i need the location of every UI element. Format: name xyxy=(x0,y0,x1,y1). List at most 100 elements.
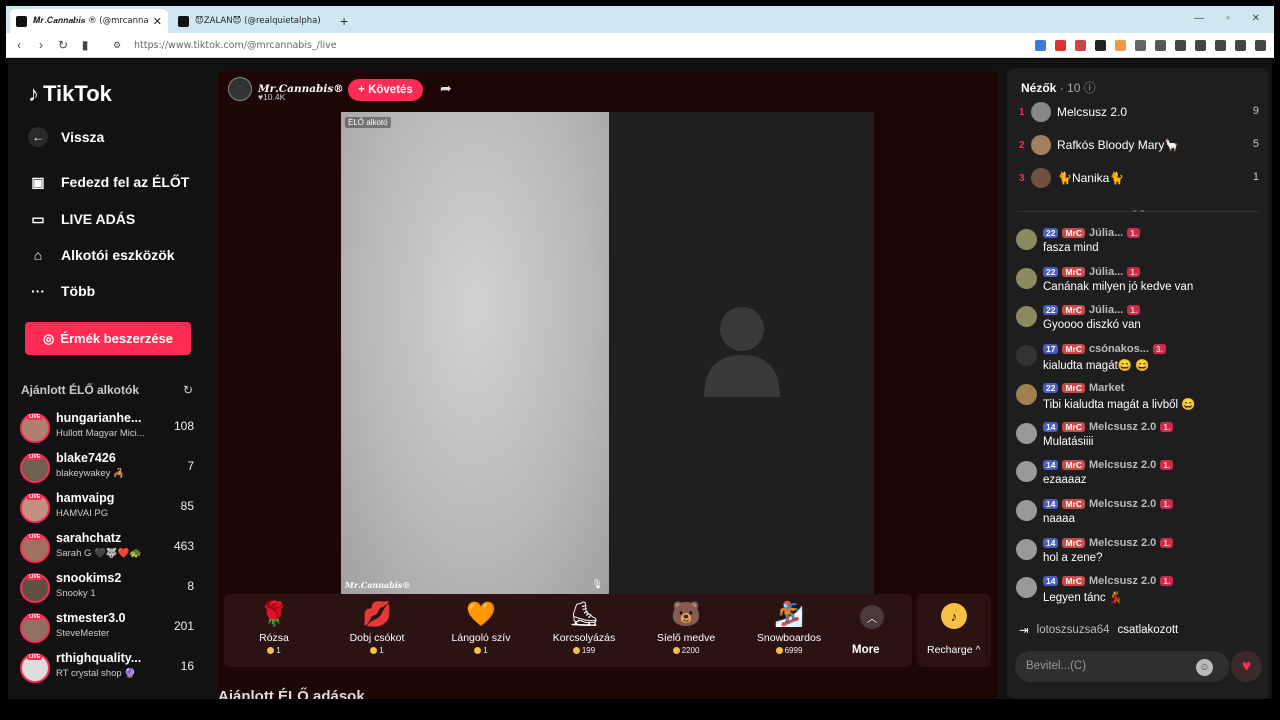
extension-icon[interactable] xyxy=(1055,40,1066,51)
guest-video[interactable] xyxy=(609,112,874,594)
new-tab-button[interactable]: + xyxy=(340,13,348,29)
avatar[interactable]: LIVE xyxy=(20,573,50,603)
avatar[interactable]: LIVE xyxy=(20,653,50,683)
recommended-creator[interactable]: LIVE sarahchatz Sarah G 🖤🐺❤️🐢 463 xyxy=(20,531,200,567)
username[interactable]: Melcsusz 2.0 xyxy=(1089,459,1156,471)
avatar[interactable]: LIVE xyxy=(20,413,50,443)
gift-item[interactable]: 💋 Dobj csókot 1 xyxy=(327,600,427,655)
nav-live[interactable]: ▭ LIVE ADÁS xyxy=(28,209,135,229)
tab-zalan[interactable]: 😈ZALÁN😈 (@realquietalpha) ÉLŐ xyxy=(172,9,330,33)
like-heart-button[interactable]: ♥ xyxy=(1231,651,1262,682)
close-window-button[interactable]: ✕ xyxy=(1252,13,1260,24)
chevron-down-icon[interactable]: ⌄⌄ xyxy=(1131,204,1146,215)
username[interactable]: Melcsusz 2.0 xyxy=(1089,575,1156,587)
host-info[interactable]: 𝑴𝒓.𝑪𝒂𝒏𝒏𝒂𝒃𝒊𝒔® ♥10.4K xyxy=(228,77,344,102)
site-settings-icon[interactable]: ⚙ xyxy=(108,40,126,51)
wallet-icon[interactable] xyxy=(1215,40,1226,51)
viewers-header[interactable]: Nézők · 10 ⓘ xyxy=(1021,79,1096,96)
sidebar-icon[interactable] xyxy=(1195,40,1206,51)
close-tab-icon[interactable]: ✕ xyxy=(153,15,162,28)
username[interactable]: Júlia... xyxy=(1089,304,1123,316)
emoji-icon[interactable]: ☺ xyxy=(1196,659,1213,676)
recharge-button[interactable]: ♪ Recharge ^ xyxy=(917,594,991,667)
forward-arrow-icon[interactable]: › xyxy=(32,38,50,52)
gift-item[interactable]: 🧡 Lángoló szív 1 xyxy=(431,600,531,655)
host-video[interactable]: ÉLŐ alkotó 𝑴𝒓.𝑪𝒂𝒏𝒏𝒂𝒃𝒊𝒔® 🎙 xyxy=(341,112,609,594)
recommended-creator[interactable]: LIVE hamvaipg HAMVAI PG 85 xyxy=(20,491,200,527)
nav-creator-tools[interactable]: ⌂ Alkotói eszközök xyxy=(28,245,175,265)
nav-more[interactable]: ··· Több xyxy=(28,281,95,301)
recommended-creator[interactable]: LIVE snookims2 Snooky 1 8 xyxy=(20,571,200,607)
share-icon[interactable]: ➦ xyxy=(440,80,452,97)
chat-message[interactable]: 14 MrC Melcsusz 2.0 1. Mulatásiiii xyxy=(1016,421,1261,457)
menu-icon[interactable] xyxy=(1255,40,1266,51)
music-icon[interactable] xyxy=(1175,40,1186,51)
extension-icon[interactable] xyxy=(1095,40,1106,51)
username[interactable]: Melcsusz 2.0 xyxy=(1089,421,1156,433)
top-viewer-row[interactable]: 2 Rafkós Bloody Mary🦙 5 xyxy=(1019,135,1259,159)
avatar[interactable] xyxy=(1016,461,1037,483)
back-arrow-icon[interactable]: ‹ xyxy=(10,38,28,52)
gift-item[interactable]: 🏂 Snowboardos 6999 xyxy=(739,600,839,655)
gift-item[interactable]: 🌹 Rózsa 1 xyxy=(224,600,324,655)
puzzle-icon[interactable] xyxy=(1135,40,1146,51)
avatar[interactable]: LIVE xyxy=(20,613,50,643)
avatar[interactable] xyxy=(1016,306,1037,328)
extension-icon[interactable] xyxy=(1155,40,1166,51)
avatar[interactable] xyxy=(1016,422,1037,444)
extension-icon[interactable] xyxy=(1115,40,1126,51)
recommended-creator[interactable]: LIVE blake7426 blakeywakey 🦂 7 xyxy=(20,451,200,487)
top-viewer-row[interactable]: 3 🐈Nanika🐈 1 xyxy=(1019,168,1259,192)
avatar[interactable] xyxy=(1016,538,1037,560)
avatar[interactable] xyxy=(1016,499,1037,521)
chat-message[interactable]: 14 MrC Melcsusz 2.0 1. hol a zene? xyxy=(1016,537,1261,573)
more-gifts-button[interactable]: ︿ xyxy=(860,605,884,629)
shield-icon[interactable] xyxy=(1235,40,1246,51)
tiktok-logo[interactable]: ♪ TikTok xyxy=(28,81,112,107)
chat-message[interactable]: 22 MrC Júlia... 1. Canának milyen jó kedve v… xyxy=(1016,266,1261,302)
avatar[interactable]: LIVE xyxy=(20,453,50,483)
extension-icon[interactable] xyxy=(1075,40,1086,51)
maximize-button[interactable]: ▫ xyxy=(1226,13,1230,24)
chat-message[interactable]: 14 MrC Melcsusz 2.0 1. naaaa xyxy=(1016,498,1261,534)
follow-button[interactable]: + Követés xyxy=(348,79,423,101)
tab-mrcannabis[interactable]: 𝑴𝒓.𝑪𝒂𝒏𝒏𝒂𝒃𝒊𝒔 ® (@mrcannab ✕ xyxy=(10,9,168,33)
get-coins-button[interactable]: ◎ Érmék beszerzése xyxy=(25,322,191,355)
gift-item[interactable]: ⛸ Korcsolyázás 199 xyxy=(534,600,634,655)
chat-message[interactable]: 22 MrC Market Tibi kialudta magát a livből … xyxy=(1016,382,1261,418)
avatar[interactable] xyxy=(1031,102,1051,122)
avatar[interactable]: LIVE xyxy=(20,533,50,563)
username[interactable]: Market xyxy=(1089,382,1124,394)
nav-explore-live[interactable]: ▣ Fedezd fel az ÉLŐT xyxy=(28,172,189,192)
avatar[interactable] xyxy=(1016,345,1037,367)
avatar[interactable] xyxy=(1016,267,1037,289)
reload-icon[interactable]: ↻ xyxy=(54,38,72,52)
chat-message[interactable]: 14 MrC Melcsusz 2.0 1. Legyen tánc 💃 xyxy=(1016,575,1261,611)
username[interactable]: csónakos... xyxy=(1089,343,1149,355)
avatar[interactable] xyxy=(1016,229,1037,250)
username[interactable]: Júlia... xyxy=(1089,227,1123,239)
gift-item[interactable]: 🐻 Síelő medve 2200 xyxy=(636,600,736,655)
recommended-creator[interactable]: LIVE rthighquality... RT crystal shop 🔮 16 xyxy=(20,651,200,687)
translate-icon[interactable] xyxy=(1035,40,1046,51)
recommended-creator[interactable]: LIVE hungarianhe... Hullott Magyar Mici...… xyxy=(20,411,200,447)
username[interactable]: Melcsusz 2.0 xyxy=(1089,537,1156,549)
join-user[interactable]: lotoszsuzsa64 xyxy=(1037,624,1110,636)
chat-message[interactable]: 17 MrC csónakos... 3. kialudta magát😄 😄 xyxy=(1016,343,1261,379)
chat-message[interactable]: 14 MrC Melcsusz 2.0 1. ezaaaaz xyxy=(1016,459,1261,495)
avatar[interactable] xyxy=(1031,168,1051,188)
username[interactable]: Melcsusz 2.0 xyxy=(1089,498,1156,510)
avatar[interactable] xyxy=(1016,383,1037,405)
top-viewer-row[interactable]: 1 Melcsusz 2.0 9 xyxy=(1019,102,1259,126)
refresh-icon[interactable]: ↻ xyxy=(183,383,193,397)
url-field[interactable]: ⚙ https://www.tiktok.com/@mrcannabis_/li… xyxy=(98,36,893,55)
back-nav[interactable]: ← Vissza xyxy=(28,127,104,147)
minimize-button[interactable]: — xyxy=(1194,13,1204,24)
host-avatar[interactable] xyxy=(228,77,252,101)
recommended-creator[interactable]: LIVE stmester3.0 SteveMester 201 xyxy=(20,611,200,647)
username[interactable]: Júlia... xyxy=(1089,266,1123,278)
chat-message[interactable]: 22 MrC Júlia... 1. fasza mind xyxy=(1016,227,1261,263)
avatar[interactable] xyxy=(1031,135,1051,155)
avatar[interactable]: LIVE xyxy=(20,493,50,523)
bookmark-icon[interactable]: ▮ xyxy=(76,38,94,52)
